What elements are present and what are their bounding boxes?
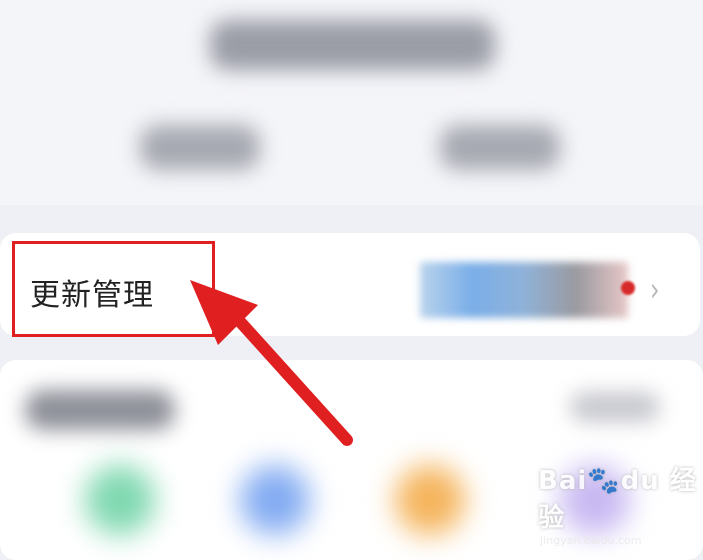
red-arrow-annotation	[190, 280, 353, 446]
baidu-jingyan-watermark: Bai🐾du 经验 jingyan.baidu.com	[538, 460, 703, 547]
watermark-brand: Bai🐾du 经验	[538, 466, 697, 533]
